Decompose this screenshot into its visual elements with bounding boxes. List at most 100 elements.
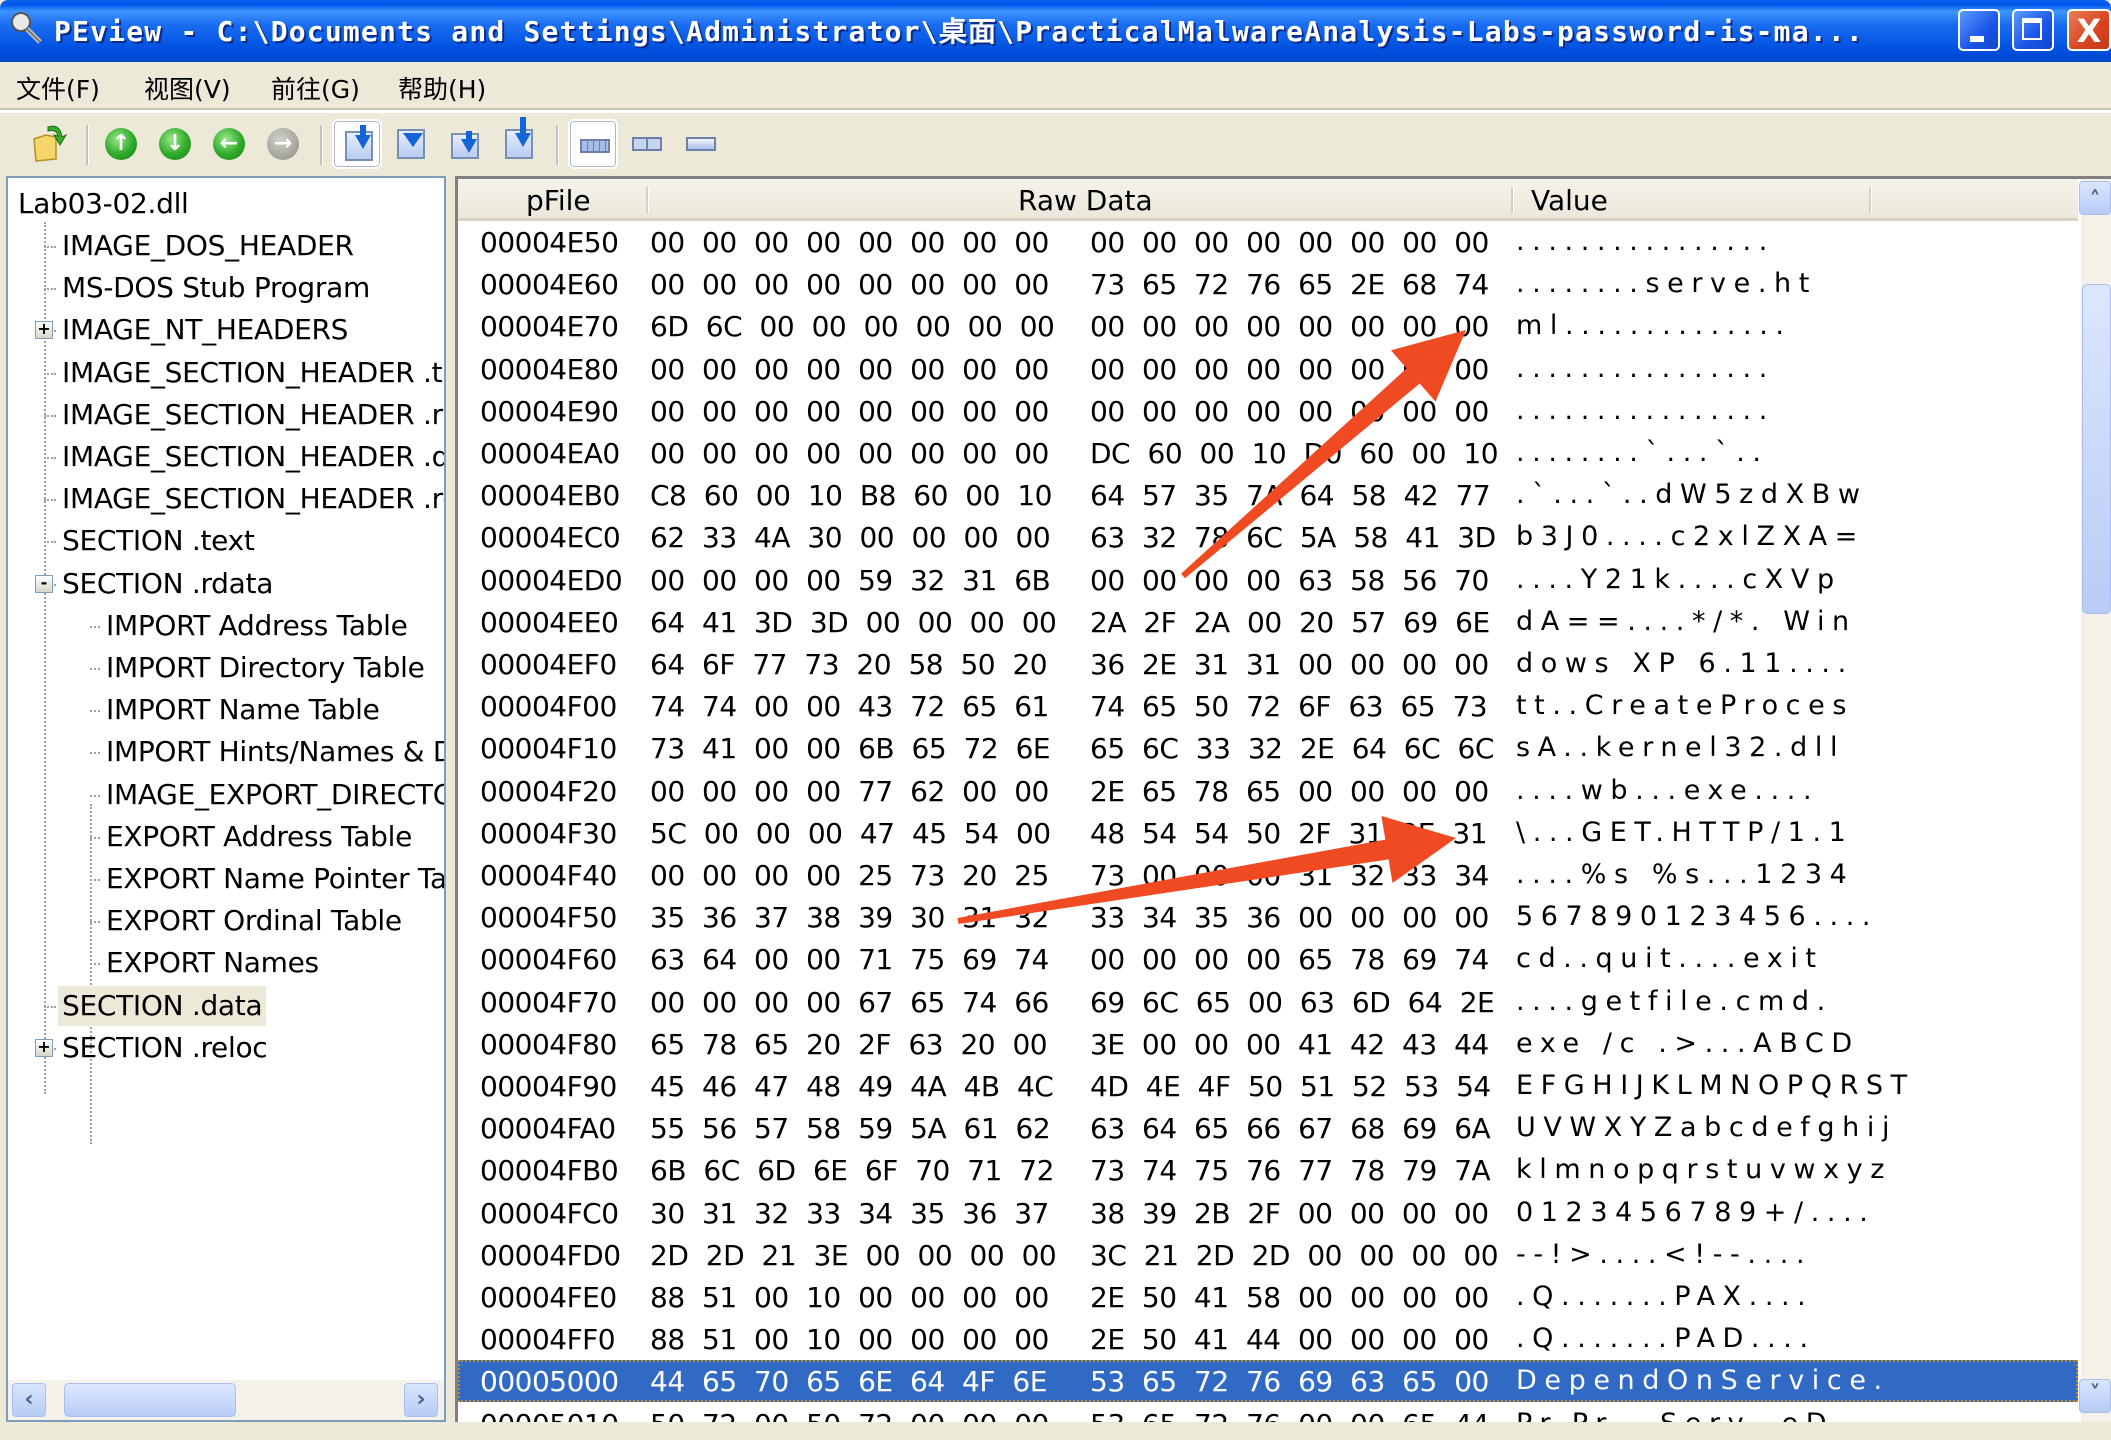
hex-row[interactable]: 00004EF0 64 6F 77 73 20 58 50 20 36 2E 31 … [458,643,2078,685]
minimize-button[interactable] [1958,9,2000,51]
hex-row[interactable]: 00004FB0 6B 6C 6D 6E 6F 70 71 72 73 74 75 … [458,1149,2078,1191]
row-raw-bytes-2: 33 34 35 36 00 00 00 00 [1090,901,1489,935]
go-back-button[interactable]: ← [204,119,254,169]
scroll-right-button[interactable]: › [404,1383,438,1417]
tree-item[interactable]: IMAGE_SECTION_HEADER .text [62,353,444,393]
scroll-thumb[interactable] [64,1383,236,1417]
hex-row[interactable]: 00004FE0 88 51 00 10 00 00 00 00 2E 50 41 … [458,1276,2078,1318]
menu-go[interactable]: 前往(G) [271,70,360,106]
row-raw-bytes-1: 00 00 00 00 00 00 00 00 [650,226,1049,259]
hex-row[interactable]: 00004EB0 C8 60 00 10 B8 60 00 10 64 57 35 … [458,474,2078,516]
layout-1col-button[interactable] [676,119,726,169]
scroll-down-button[interactable]: ˅ [2079,1379,2111,1413]
tree-root[interactable]: Lab03-02.dll [18,184,189,224]
column-pfile[interactable]: pFile [526,184,591,217]
hex-row[interactable]: 00004E90 00 00 00 00 00 00 00 00 00 00 00 … [458,390,2078,432]
go-down-button[interactable]: ↓ [150,119,200,169]
scroll-thumb[interactable] [2082,284,2111,614]
hex-row[interactable]: 00004F70 00 00 00 00 67 65 74 66 69 6C 65 … [458,981,2078,1023]
hex-row[interactable]: 00004F80 65 78 65 20 2F 63 20 00 3E 00 00 … [458,1023,2078,1065]
tree-item[interactable]: EXPORT Address Table [106,817,412,857]
hex-row[interactable]: 00004F60 63 64 00 00 71 75 69 74 00 00 00 … [458,938,2078,980]
close-button[interactable]: X [2067,9,2111,51]
tree-item[interactable]: IMPORT Hints/Names & DLL Names [106,732,444,772]
hex-row[interactable]: 00004F50 35 36 37 38 39 30 31 32 33 34 35 … [458,896,2078,938]
row-raw-bytes-1: 73 41 00 00 6B 65 72 6E [650,732,1051,766]
menu-bar: 文件(F) 视图(V) 前往(G) 帮助(H) [0,62,2111,111]
view-1-button[interactable] [332,119,382,169]
hex-row[interactable]: 00004E60 00 00 00 00 00 00 00 00 73 65 72 … [458,263,2078,305]
tree-item[interactable]: IMAGE_DOS_HEADER [62,226,354,266]
tree-item[interactable]: SECTION .reloc [62,1028,268,1068]
menu-view[interactable]: 视图(V) [144,70,231,106]
hex-row[interactable]: 00004FC0 30 31 32 33 34 35 36 37 38 39 2B … [458,1192,2078,1234]
layout-2col-button[interactable] [622,119,672,169]
hex-row[interactable]: 00005000 44 65 70 65 6E 64 4F 6E 53 65 72 … [458,1360,2078,1403]
hex-row[interactable]: 00004FD0 2D 2D 21 3E 00 00 00 00 3C 21 2D … [458,1234,2078,1276]
column-divider[interactable] [646,187,649,213]
tree-item[interactable]: IMAGE_SECTION_HEADER .data [62,437,444,477]
maximize-button[interactable] [2012,9,2054,51]
hex-row[interactable]: 00004E80 00 00 00 00 00 00 00 00 00 00 00 … [458,348,2078,390]
tree-item[interactable]: IMPORT Address Table [106,606,408,646]
tree-item[interactable]: IMPORT Directory Table [106,648,425,688]
tree-item[interactable]: SECTION .rdata [62,564,273,604]
row-address: 00004F70 [480,985,617,1019]
menu-file[interactable]: 文件(F) [16,70,100,106]
column-raw-data[interactable]: Raw Data [1018,184,1153,217]
tree-item[interactable]: EXPORT Ordinal Table [106,901,402,941]
hex-row[interactable]: 00004F30 5C 00 00 00 47 45 54 00 48 54 54 … [458,812,2078,854]
layout-4col-button[interactable] [568,119,618,169]
hex-row[interactable]: 00004E50 00 00 00 00 00 00 00 00 00 00 00 … [458,221,2078,263]
collapse-icon[interactable]: - [35,574,53,593]
open-file-button[interactable] [24,119,74,169]
tree-item[interactable]: IMAGE_NT_HEADERS [62,310,348,350]
tree-item[interactable]: EXPORT Names [106,943,319,983]
row-ascii-value: --!>....<!--.... [1516,1238,1813,1270]
row-raw-bytes-1: 00 00 00 00 00 00 00 00 [650,268,1049,302]
hex-row[interactable]: 00004FA0 55 56 57 58 59 5A 61 62 63 64 65 … [458,1107,2078,1149]
column-value[interactable]: Value [1531,184,1608,217]
structure-tree[interactable]: Lab03-02.dll ‹ › IMAGE_DOS_HEADER MS-DOS … [6,176,446,1422]
hex-row[interactable]: 00005010 50 72 00 50 72 00 00 00 53 65 72 … [458,1403,2078,1422]
tree-item[interactable]: MS-DOS Stub Program [62,268,370,308]
hex-row[interactable]: 00004ED0 00 00 00 00 59 32 31 6B 00 00 00 … [458,559,2078,601]
hex-row[interactable]: 00004FF0 88 51 00 10 00 00 00 00 2E 50 41 … [458,1318,2078,1360]
vertical-scrollbar[interactable]: ˄ ˅ [2079,179,2111,1422]
scroll-up-button[interactable]: ˄ [2079,181,2111,215]
hex-row[interactable]: 00004F40 00 00 00 00 25 73 20 25 73 00 00 … [458,854,2078,896]
hex-row[interactable]: 00004F90 45 46 47 48 49 4A 4B 4C 4D 4E 4F … [458,1065,2078,1107]
go-up-button[interactable]: ↑ [96,119,146,169]
expand-icon[interactable]: + [35,321,53,340]
tree-item[interactable]: IMPORT Name Table [106,690,380,730]
view-2-button[interactable] [386,119,436,169]
tree-item[interactable]: IMAGE_SECTION_HEADER .rdata [62,395,444,435]
row-raw-bytes-1: 00 00 00 00 25 73 20 25 [650,859,1049,892]
tree-item[interactable]: IMAGE_EXPORT_DIRECTORY [106,775,444,815]
row-raw-bytes-1: 2D 2D 21 3E 00 00 00 00 [650,1238,1057,1272]
view-4-button[interactable] [494,117,544,169]
scroll-left-button[interactable]: ‹ [12,1383,46,1417]
menu-help[interactable]: 帮助(H) [398,70,486,106]
row-raw-bytes-2: 38 39 2B 2F 00 00 00 00 [1090,1196,1489,1230]
column-divider[interactable] [1511,187,1514,213]
hex-row[interactable]: 00004EE0 64 41 3D 3D 00 00 00 00 2A 2F 2A … [458,601,2078,643]
expand-icon[interactable]: + [35,1038,53,1057]
tree-horizontal-scrollbar[interactable]: ‹ › [8,1380,444,1420]
tree-item[interactable]: SECTION .data [58,985,267,1026]
view-3-button[interactable] [440,119,490,169]
hex-row[interactable]: 00004F00 74 74 00 00 43 72 65 61 74 65 50 … [458,685,2078,727]
hex-row[interactable]: 00004E70 6D 6C 00 00 00 00 00 00 00 00 00 … [458,305,2078,347]
arrow-left-icon: ← [213,128,245,160]
tree-item[interactable]: EXPORT Name Pointer Table [106,859,444,899]
row-ascii-value: ................ [1516,352,1775,384]
hex-data-view[interactable]: pFile Raw Data Value 00004E50 00 00 00 00… [455,176,2111,1422]
hex-row[interactable]: 00004F20 00 00 00 00 77 62 00 00 2E 65 78 … [458,770,2078,812]
column-divider[interactable] [1869,187,1872,213]
go-forward-button[interactable]: → [258,119,308,169]
hex-row[interactable]: 00004EC0 62 33 4A 30 00 00 00 00 63 32 78 … [458,516,2078,558]
hex-row[interactable]: 00004F10 73 41 00 00 6B 65 72 6E 65 6C 33 … [458,727,2078,769]
tree-item[interactable]: SECTION .text [62,521,255,561]
hex-row[interactable]: 00004EA0 00 00 00 00 00 00 00 00 DC 60 00 … [458,432,2078,474]
tree-item[interactable]: IMAGE_SECTION_HEADER .reloc [62,479,444,519]
